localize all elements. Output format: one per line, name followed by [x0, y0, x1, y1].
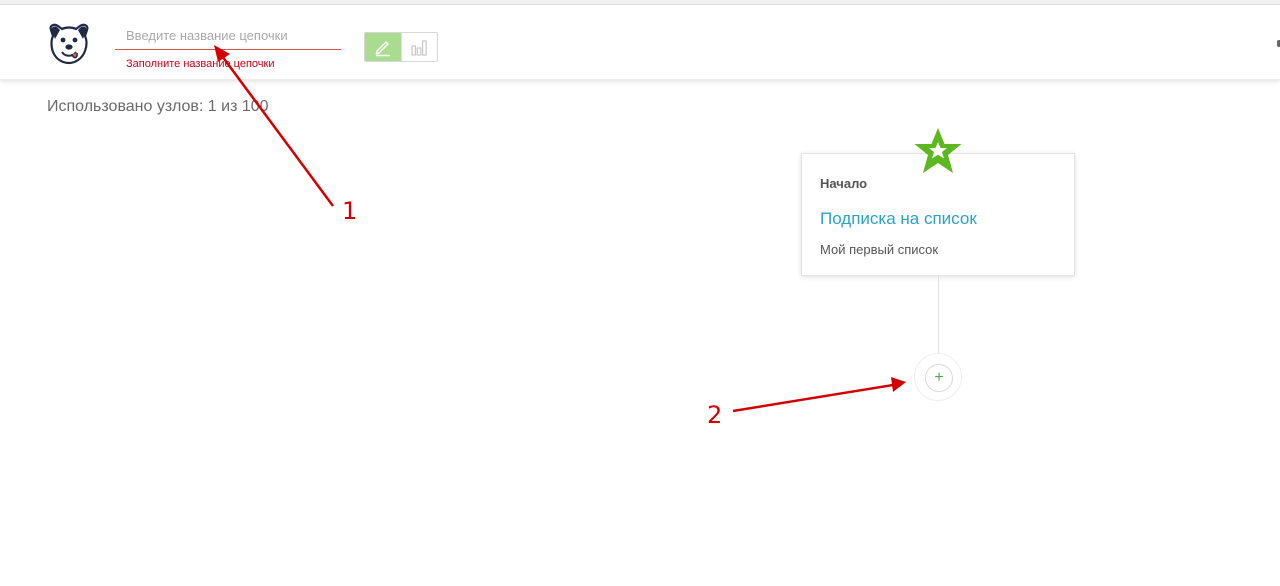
plus-icon: + [934, 369, 944, 386]
stats-mode-button[interactable] [400, 33, 437, 61]
add-node-button[interactable]: + [925, 364, 953, 392]
node-usage-counter: Использовано узлов: 1 из 100 [47, 98, 269, 115]
annotation-overlay [214, 45, 906, 413]
chain-name-input[interactable] [115, 24, 341, 50]
annotation-number-1: 1 [342, 197, 358, 225]
start-node-label: Начало [820, 176, 868, 191]
star-icon [914, 128, 962, 173]
mode-toggle [364, 32, 438, 62]
pencil-icon [375, 40, 390, 57]
start-node-list-name: Мой первый список [820, 242, 939, 257]
bar-chart-icon [411, 40, 427, 56]
start-node-trigger-link[interactable]: Подписка на список [820, 209, 977, 229]
chain-editor-header: Заполните название цепочки [0, 5, 1280, 80]
node-connector-line [938, 276, 939, 358]
annotation-number-2: 2 [707, 401, 723, 429]
dog-logo-icon[interactable] [45, 22, 93, 66]
edit-mode-button[interactable] [365, 33, 401, 61]
chain-name-error: Заполните название цепочки [126, 58, 275, 70]
